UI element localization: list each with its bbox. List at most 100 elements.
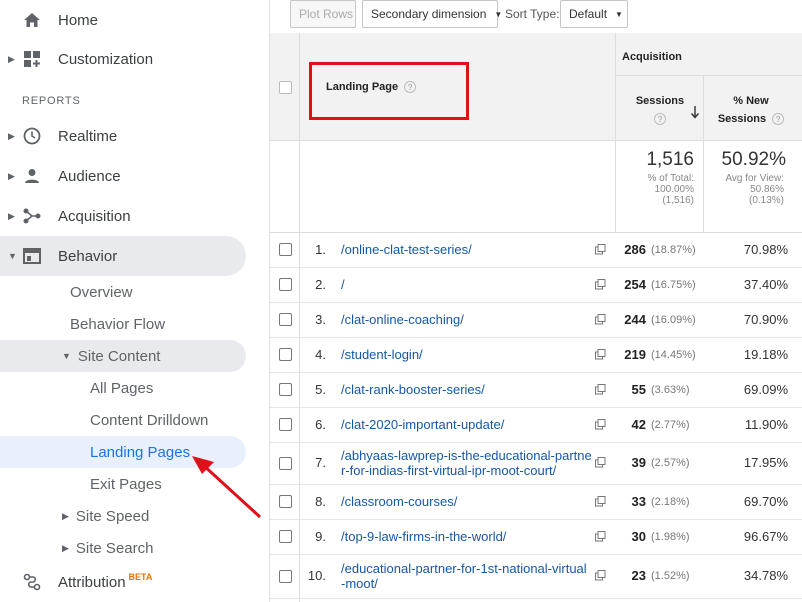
caret-down-icon: ▼ [62, 351, 71, 361]
row-checkbox[interactable] [279, 569, 292, 583]
open-external-icon[interactable] [595, 243, 606, 255]
sort-type-dropdown[interactable]: Default ▼ [560, 0, 628, 28]
new-sessions-value: 96.67% [743, 528, 788, 544]
sessions-percent: (3.63%) [651, 383, 690, 396]
row-number: 5. [315, 381, 326, 397]
open-external-icon[interactable] [595, 418, 606, 430]
landing-page-link[interactable]: /clat-online-coaching/ [341, 312, 464, 327]
row-number: 10. [307, 568, 326, 583]
landing-page-highlight-box [309, 62, 469, 120]
open-external-icon[interactable] [595, 530, 606, 542]
help-icon[interactable]: ? [772, 113, 785, 126]
row-number: 7. [315, 455, 326, 470]
plot-rows-button[interactable]: Plot Rows [290, 0, 356, 28]
nav-content-drilldown[interactable]: Content Drilldown [90, 404, 208, 436]
new-sessions-total: 50.92% [721, 149, 786, 170]
beta-badge: BETA [128, 571, 153, 582]
landing-page-link[interactable]: /classroom-courses/ [341, 494, 457, 509]
dropdown-arrow-icon: ▼ [615, 9, 623, 19]
clock-icon [22, 126, 42, 146]
new-sessions-value: 69.70% [743, 493, 788, 509]
new-sessions-value: 70.98% [743, 241, 788, 257]
new-sessions-value: 17.95% [743, 455, 788, 470]
sessions-value: 254 [624, 276, 646, 292]
sessions-percent: (14.45%) [651, 348, 696, 361]
nav-site-search[interactable]: ▶ Site Search [62, 532, 153, 564]
sessions-value: 39 [631, 455, 646, 470]
nav-site-content[interactable]: ▼ Site Content [62, 340, 160, 372]
attribution-icon [22, 572, 42, 592]
sessions-value: 55 [631, 381, 646, 397]
row-checkbox[interactable] [279, 456, 292, 470]
open-external-icon[interactable] [595, 457, 606, 468]
open-external-icon[interactable] [595, 313, 606, 325]
row-checkbox[interactable] [279, 530, 292, 543]
nav-overview[interactable]: Overview [70, 276, 133, 308]
landing-page-link[interactable]: / [341, 277, 345, 292]
annotation-arrow-icon [192, 456, 262, 519]
caret-right-icon: ▶ [62, 542, 69, 553]
sessions-value: 30 [631, 528, 646, 544]
nav-landing-pages[interactable]: Landing Pages [90, 436, 190, 468]
open-external-icon[interactable] [595, 348, 606, 360]
open-external-icon[interactable] [595, 278, 606, 290]
landing-page-link[interactable]: /top-9-law-firms-in-the-world/ [341, 529, 506, 544]
sessions-total-sub: % of Total: 100.00% (1,516) [647, 173, 694, 206]
nav-all-pages[interactable]: All Pages [90, 372, 153, 404]
landing-page-link[interactable]: /online-clat-test-series/ [341, 242, 472, 257]
open-external-icon[interactable] [595, 570, 606, 581]
row-checkbox[interactable] [279, 243, 292, 256]
sessions-value: 244 [624, 311, 646, 327]
dropdown-arrow-icon: ▼ [494, 9, 503, 19]
new-sessions-value: 19.18% [743, 346, 788, 362]
row-checkbox[interactable] [279, 383, 292, 396]
open-external-icon[interactable] [595, 495, 606, 507]
nav-exit-pages[interactable]: Exit Pages [90, 468, 162, 500]
customization-icon [22, 49, 42, 69]
caret-right-icon: ▶ [8, 130, 15, 141]
row-number: 3. [315, 311, 326, 327]
help-icon[interactable]: ? [654, 113, 666, 126]
row-checkbox[interactable] [279, 348, 292, 361]
toolbar: Plot Rows Secondary dimension ▼ Sort Typ… [270, 0, 802, 33]
sessions-value: 23 [631, 568, 646, 583]
caret-down-icon: ▼ [8, 251, 17, 261]
open-external-icon[interactable] [595, 383, 606, 395]
new-sessions-value: 69.09% [743, 381, 788, 397]
sessions-percent: (16.09%) [651, 313, 696, 326]
caret-right-icon: ▶ [8, 210, 15, 221]
sessions-value: 219 [624, 346, 646, 362]
row-number: 1. [315, 241, 326, 257]
row-checkbox[interactable] [279, 278, 292, 291]
row-number: 9. [315, 528, 326, 544]
new-sessions-total-sub: Avg for View: 50.86% (0.13%) [725, 173, 784, 206]
landing-page-link[interactable]: /abhyaas-lawprep-is-the-educational-part… [341, 448, 592, 478]
landing-page-link[interactable]: /clat-rank-booster-series/ [341, 382, 485, 397]
behavior-icon [22, 246, 42, 266]
row-checkbox[interactable] [279, 418, 292, 431]
new-sessions-value: 70.90% [743, 311, 788, 327]
landing-page-link[interactable]: /student-login/ [341, 347, 423, 362]
new-sessions-value: 11.90% [744, 416, 788, 432]
row-number: 4. [315, 346, 326, 362]
landing-page-link[interactable]: /educational-partner-for-1st-national-vi… [341, 561, 587, 591]
new-sessions-value: 34.78% [743, 568, 788, 583]
row-checkbox[interactable] [279, 495, 292, 508]
nav-behavior-flow[interactable]: Behavior Flow [70, 308, 165, 340]
sessions-value: 33 [631, 493, 646, 509]
acquisition-icon [22, 206, 42, 226]
reports-section-header: REPORTS [22, 95, 81, 107]
caret-right-icon: ▶ [62, 510, 69, 521]
secondary-dimension-dropdown[interactable]: Secondary dimension ▼ [362, 0, 502, 28]
landing-page-link[interactable]: /clat-2020-important-update/ [341, 417, 504, 432]
sort-type-label: Sort Type: [505, 7, 560, 21]
select-all-checkbox[interactable] [279, 81, 292, 94]
nav-site-speed[interactable]: ▶ Site Speed [62, 500, 149, 532]
new-sessions-column-header[interactable]: % New Sessions? [706, 92, 796, 128]
sessions-percent: (1.98%) [651, 530, 690, 543]
row-checkbox[interactable] [279, 313, 292, 326]
caret-right-icon: ▶ [8, 53, 15, 64]
sort-descending-icon[interactable] [690, 105, 700, 119]
sessions-column-header[interactable]: Sessions ? [622, 92, 698, 128]
person-icon [22, 166, 42, 186]
